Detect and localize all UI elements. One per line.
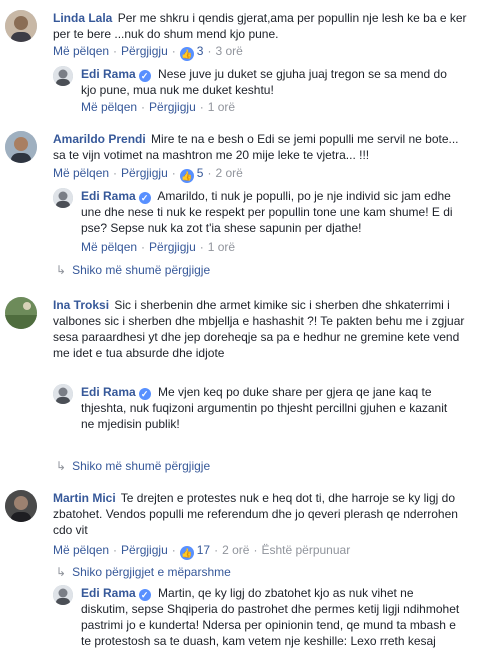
reply-link[interactable]: Përgjigju (149, 100, 196, 114)
like-link[interactable]: Më pëlqen (53, 543, 109, 557)
more-replies-link[interactable]: ↳ Shiko më shumë përgjigje (56, 262, 210, 278)
avatar[interactable] (5, 131, 37, 163)
thumbs-up-icon: 👍 (179, 47, 194, 61)
reply-actions: Më pëlqen · Përgjigju · 1 orë (81, 100, 236, 114)
timestamp[interactable]: 3 orë (215, 44, 242, 58)
earlier-replies-link[interactable]: ↳ Shiko përgjigjet e mëparshme (56, 564, 231, 580)
reply-author[interactable]: Edi Rama (81, 586, 136, 600)
comment-author[interactable]: Martin Mici (53, 491, 116, 505)
comment-body: Linda Lala Per me shkru i qendis gjerat,… (53, 10, 473, 42)
comment-actions: Më pëlqen · Përgjigju · 👍 3 · 3 orë (53, 44, 243, 61)
avatar[interactable] (53, 66, 73, 86)
verified-badge-icon: ✓ (138, 70, 151, 82)
avatar[interactable] (53, 585, 73, 605)
edited-label[interactable]: Është përpunuar (261, 543, 350, 557)
avatar[interactable] (53, 188, 73, 208)
comment-body: Amarildo Prendi Mire te na e besh o Edi … (53, 131, 473, 163)
comment-text: Per me shkru i qendis gjerat,ama per pop… (53, 11, 467, 41)
reply-author[interactable]: Edi Rama (81, 385, 136, 399)
thumbs-up-icon: 👍 (179, 546, 194, 560)
reply-body: Edi Rama ✓ Me vjen keq po duke share per … (81, 384, 461, 432)
like-link[interactable]: Më pëlqen (53, 44, 109, 58)
comment-author[interactable]: Amarildo Prendi (53, 132, 146, 146)
reply-arrow-icon: ↳ (56, 565, 67, 579)
avatar[interactable] (5, 490, 37, 522)
timestamp[interactable]: 1 orë (208, 240, 235, 254)
comment-body: Martin Mici Te drejten e protestes nuk e… (53, 490, 473, 538)
comment-author[interactable]: Linda Lala (53, 11, 112, 25)
verified-badge-icon: ✓ (138, 192, 151, 204)
more-replies-link[interactable]: ↳ Shiko më shumë përgjigje (56, 458, 210, 474)
avatar[interactable] (53, 384, 73, 404)
reply-actions: Më pëlqen · Përgjigju · 1 orë (81, 240, 236, 254)
reply-arrow-icon: ↳ (56, 263, 67, 277)
earlier-replies-label: Shiko përgjigjet e mëparshme (72, 565, 231, 579)
like-count[interactable]: 3 (197, 44, 204, 58)
reply-link[interactable]: Përgjigju (149, 240, 196, 254)
more-replies-label: Shiko më shumë përgjigje (72, 459, 211, 473)
reply-link[interactable]: Përgjigju (121, 44, 168, 58)
verified-badge-icon: ✓ (138, 589, 151, 601)
reply-arrow-icon: ↳ (56, 459, 67, 473)
like-link[interactable]: Më pëlqen (81, 240, 137, 254)
timestamp[interactable]: 2 orë (215, 166, 242, 180)
reply-text: Amarildo, ti nuk je populli, po je nje i… (81, 189, 453, 235)
reply-body: Edi Rama ✓ Nese juve ju duket se gjuha ju… (81, 66, 461, 98)
like-count[interactable]: 17 (197, 543, 210, 557)
comment-author[interactable]: Ina Troksi (53, 298, 109, 312)
reply-body: Edi Rama ✓ Martin, qe ky ligj do zbatohet… (81, 585, 461, 649)
reply-author[interactable]: Edi Rama (81, 67, 136, 81)
avatar[interactable] (5, 297, 37, 329)
timestamp[interactable]: 1 orë (208, 100, 235, 114)
comment-actions: Më pëlqen · Përgjigju · 👍 17 · 2 orë · Është përp… (53, 543, 351, 560)
reply-body: Edi Rama ✓ Amarildo, ti nuk je populli, p… (81, 188, 461, 236)
reply-author[interactable]: Edi Rama (81, 189, 136, 203)
more-replies-label: Shiko më shumë përgjigje (72, 263, 211, 277)
reply-link[interactable]: Përgjigju (121, 166, 168, 180)
timestamp[interactable]: 2 orë (222, 543, 249, 557)
avatar[interactable] (5, 10, 37, 42)
thumbs-up-icon: 👍 (179, 169, 194, 183)
comment-text: Sic i sherbenin dhe armet kimike sic i s… (53, 298, 465, 360)
like-count[interactable]: 5 (197, 166, 204, 180)
comment-body: Ina Troksi Sic i sherbenin dhe armet kim… (53, 297, 473, 361)
comment-actions: Më pëlqen · Përgjigju · 👍 5 · 2 orë (53, 166, 243, 183)
reply-link[interactable]: Përgjigju (121, 543, 168, 557)
like-link[interactable]: Më pëlqen (53, 166, 109, 180)
verified-badge-icon: ✓ (138, 388, 151, 400)
reply-text: Martin, qe ky ligj do zbatohet kjo as nu… (81, 586, 460, 648)
like-link[interactable]: Më pëlqen (81, 100, 137, 114)
